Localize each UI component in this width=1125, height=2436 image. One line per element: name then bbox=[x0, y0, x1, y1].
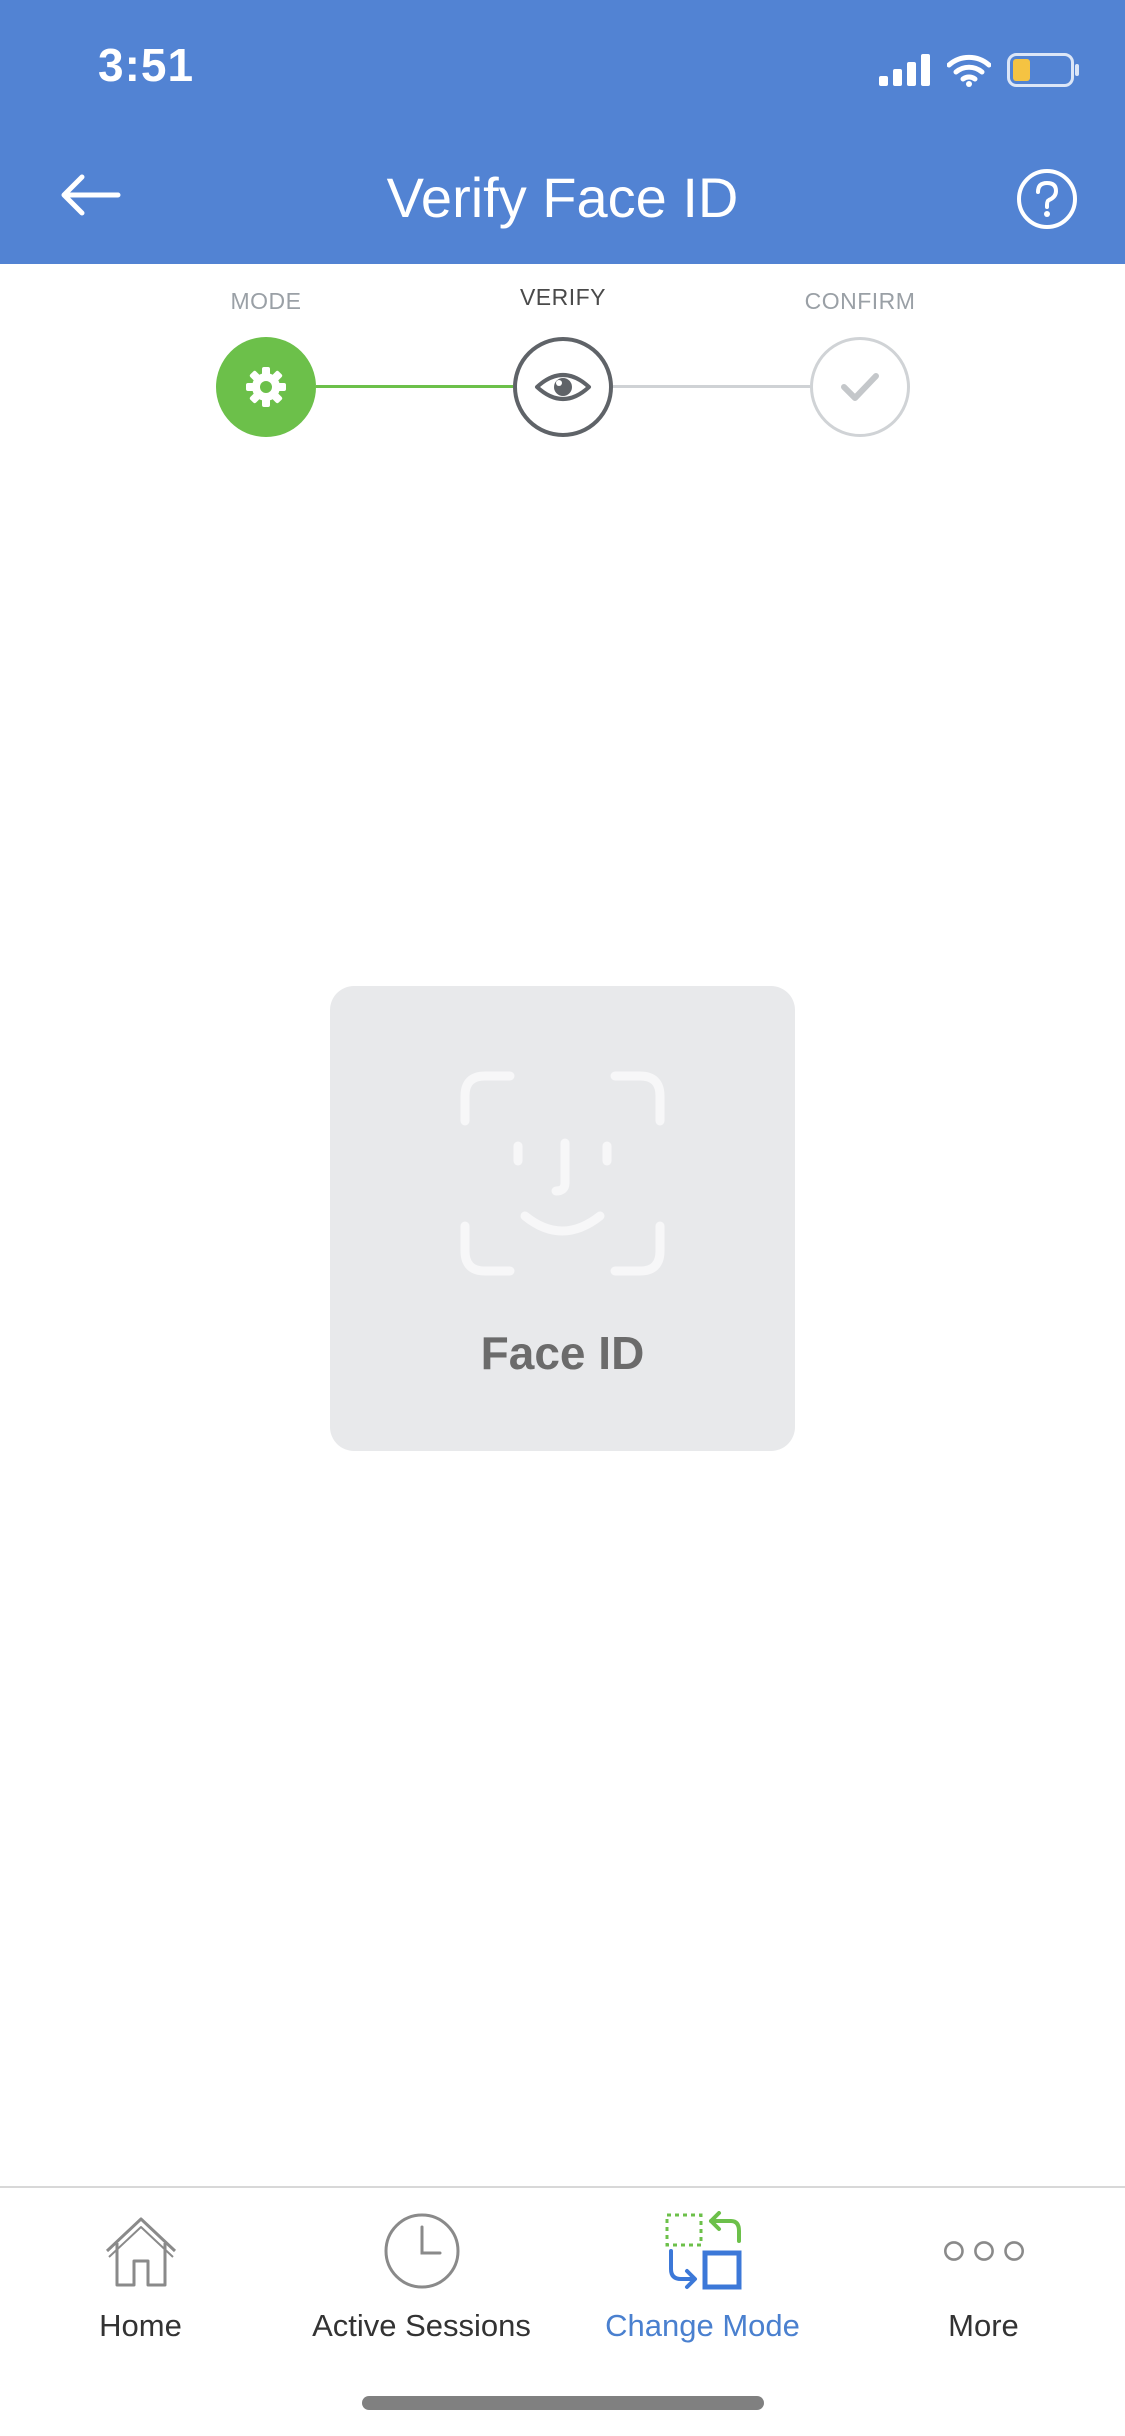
gear-icon bbox=[246, 367, 286, 407]
tab-change-mode[interactable]: Change Mode bbox=[562, 2188, 843, 2358]
help-circle-icon bbox=[1017, 169, 1077, 229]
tab-home[interactable]: Home bbox=[0, 2188, 281, 2358]
step-connector-complete bbox=[316, 385, 513, 388]
home-indicator[interactable] bbox=[362, 2396, 764, 2410]
step-confirm bbox=[810, 337, 910, 437]
step-label-mode: MODE bbox=[230, 288, 302, 314]
status-time: 3:51 bbox=[98, 39, 195, 91]
step-label-confirm: CONFIRM bbox=[804, 288, 916, 314]
help-button[interactable] bbox=[1013, 165, 1081, 233]
tab-change-mode-label: Change Mode bbox=[605, 2308, 800, 2343]
face-id-icon bbox=[460, 1071, 665, 1276]
step-mode bbox=[216, 337, 316, 437]
eye-icon bbox=[535, 373, 591, 401]
face-id-label: Face ID bbox=[480, 1327, 645, 1379]
tab-active-sessions[interactable]: Active Sessions bbox=[281, 2188, 562, 2358]
step-verify bbox=[513, 337, 613, 437]
app-header: 3:51 Verify Face ID bbox=[0, 0, 1125, 264]
home-icon bbox=[105, 2217, 176, 2287]
face-id-prompt: Face ID bbox=[330, 986, 795, 1451]
signal-icon bbox=[879, 54, 930, 86]
tab-more[interactable]: More bbox=[843, 2188, 1124, 2358]
more-dots-icon bbox=[943, 2241, 1024, 2261]
page-title: Verify Face ID bbox=[386, 166, 739, 229]
step-connector-pending bbox=[613, 385, 810, 388]
tab-more-label: More bbox=[948, 2308, 1019, 2343]
wifi-icon bbox=[947, 54, 991, 87]
progress-stepper: MODE VERIFY CONFIRM bbox=[0, 264, 1125, 464]
tab-home-label: Home bbox=[99, 2308, 182, 2343]
status-icons bbox=[879, 50, 1081, 90]
check-icon bbox=[841, 373, 879, 401]
step-label-verify: VERIFY bbox=[519, 284, 607, 310]
battery-icon bbox=[1007, 53, 1079, 87]
change-mode-icon bbox=[665, 2211, 741, 2290]
clock-icon bbox=[384, 2213, 459, 2289]
tab-active-sessions-label: Active Sessions bbox=[312, 2308, 531, 2343]
